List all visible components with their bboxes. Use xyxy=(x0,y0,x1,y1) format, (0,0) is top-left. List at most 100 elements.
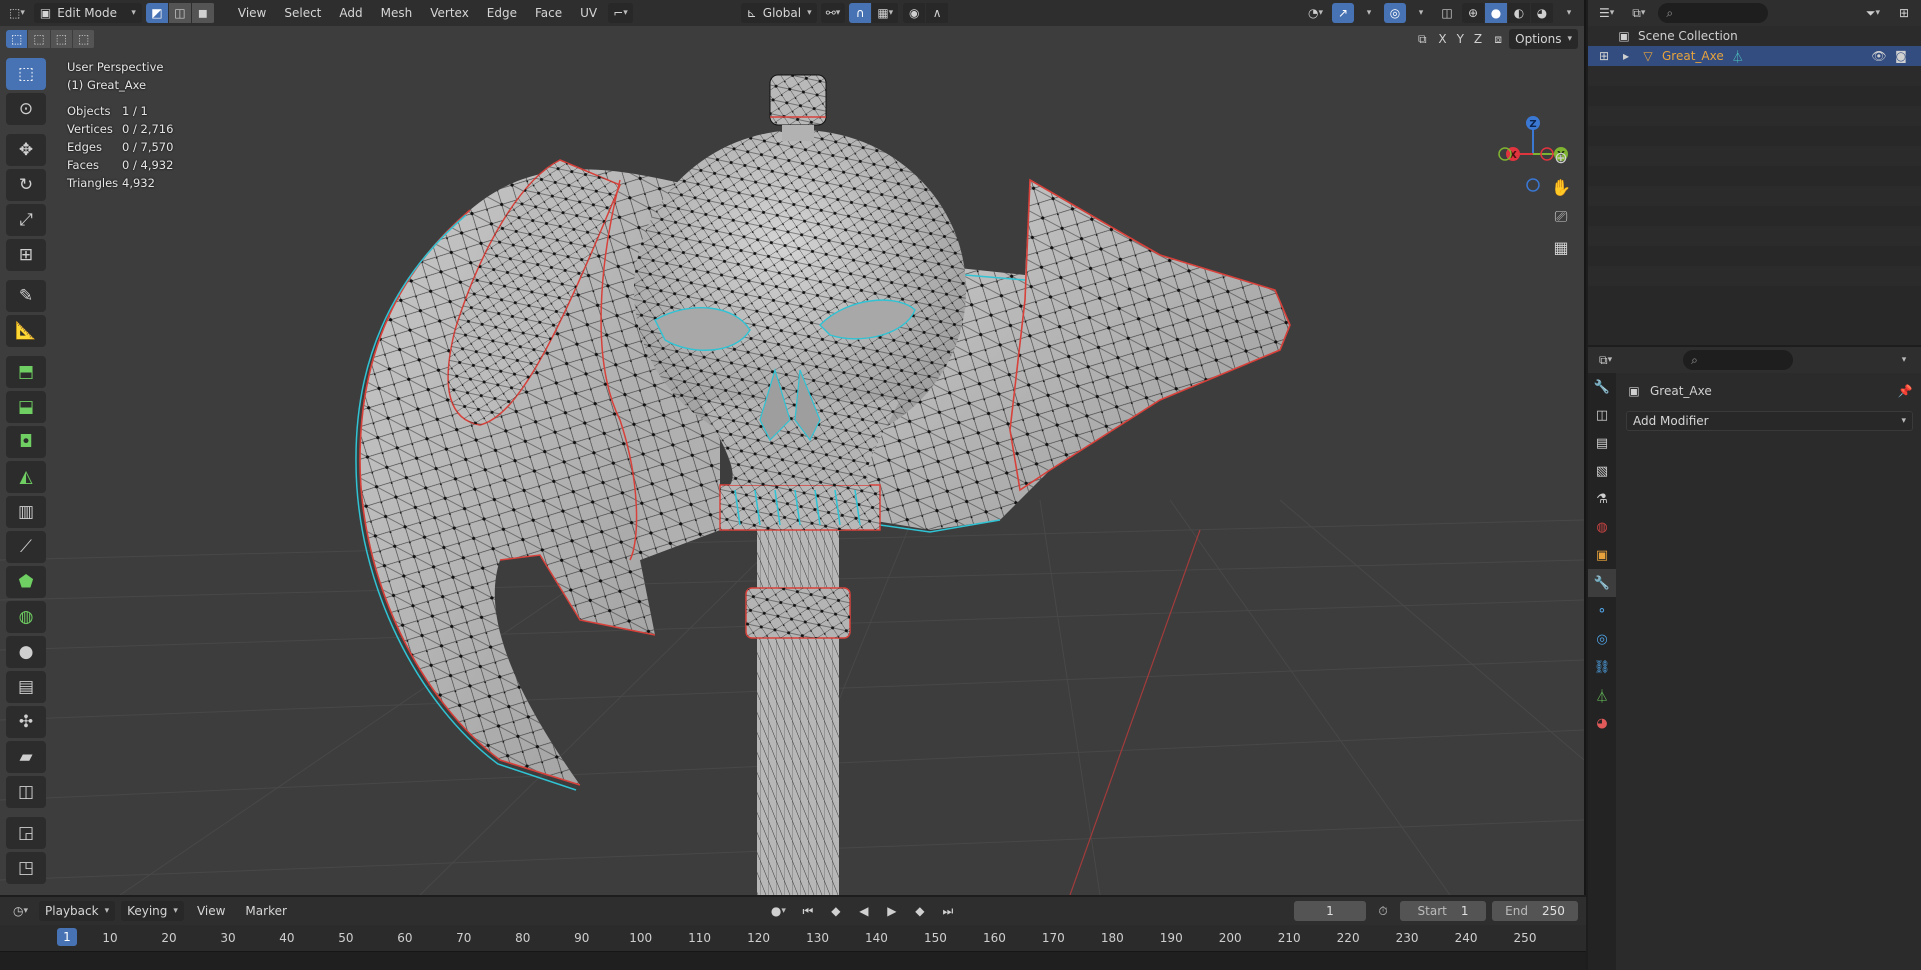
wireframe-shading-icon[interactable]: ⊕ xyxy=(1462,3,1484,23)
frame-ruler[interactable]: 1 10 20 30 40 50 60 70 80 90 100 110 120 130 140 150 16… xyxy=(0,925,1586,951)
play-icon[interactable]: ▶ xyxy=(881,901,903,921)
editor-type-icon[interactable]: ⬚ ▾ xyxy=(4,3,30,23)
mode-dropdown[interactable]: ▣ Edit Mode ▾ xyxy=(33,3,142,23)
scale-tool-icon[interactable]: ⤢ xyxy=(6,204,46,236)
snap-magnet-icon[interactable]: ∩ xyxy=(849,3,872,23)
render-tab-icon[interactable]: ◫ xyxy=(1588,401,1616,429)
pivot-icon[interactable]: ⚯ ▾ xyxy=(820,3,846,23)
chevron-down-icon[interactable]: ▾ xyxy=(1893,350,1915,370)
keying-menu[interactable]: Keying ▾ xyxy=(121,901,184,921)
material-tab-icon[interactable]: ◕ xyxy=(1588,709,1616,737)
current-frame-field[interactable]: 1 xyxy=(1294,901,1366,921)
menu-mesh[interactable]: Mesh xyxy=(374,3,420,23)
extrude-tool-icon[interactable]: ⬓ xyxy=(6,391,46,423)
properties-search-input[interactable]: ⌕ xyxy=(1683,350,1794,370)
axis-x-toggle[interactable]: X xyxy=(1433,29,1451,49)
overlay-menu-icon[interactable]: ▾ xyxy=(1410,3,1432,23)
poly-build-tool-icon[interactable]: ⬟ xyxy=(6,566,46,598)
annotate-tool-icon[interactable]: ✎ xyxy=(6,280,46,312)
select-intersect-icon[interactable]: ⬚ xyxy=(73,30,95,48)
move-tool-icon[interactable]: ✥ xyxy=(6,134,46,166)
viewport-canvas[interactable]: Z Y X ⊕ ✋ ⎚ ▦ xyxy=(0,52,1584,895)
shear-tool-icon[interactable]: ▰ xyxy=(6,741,46,773)
edit-mode-row-icon[interactable]: ⊞ xyxy=(1596,48,1612,64)
material-shading-icon[interactable]: ◐ xyxy=(1508,3,1530,23)
shading-menu-icon[interactable]: ▾ xyxy=(1558,3,1580,23)
jump-end-icon[interactable]: ⏭ xyxy=(937,901,959,921)
snap-target-icon[interactable]: ▦ ▾ xyxy=(872,3,899,23)
cursor-tool-icon[interactable]: ⊙ xyxy=(6,93,46,125)
face-select-icon[interactable]: ◼ xyxy=(191,3,214,23)
edge-slide-tool-icon[interactable]: ▤ xyxy=(6,671,46,703)
constraints-tab-icon[interactable]: ⛓ xyxy=(1588,653,1616,681)
vertex-select-icon[interactable]: ◩ xyxy=(145,3,168,23)
record-icon[interactable]: ● ▾ xyxy=(766,901,791,921)
eye-icon[interactable]: 👁 xyxy=(1871,48,1887,64)
playhead[interactable]: 1 xyxy=(57,928,77,946)
timeline-track[interactable] xyxy=(0,951,1586,970)
menu-add[interactable]: Add xyxy=(332,3,369,23)
snap-menu-icon[interactable]: ⌐ ▾ xyxy=(608,3,633,23)
outliner-search-input[interactable]: ⌕ xyxy=(1658,3,1769,23)
stopwatch-icon[interactable]: ⏱ xyxy=(1372,901,1394,921)
visibility-icon[interactable]: ◔ ▾ xyxy=(1303,3,1328,23)
scene-collection-row[interactable]: ▣ Scene Collection xyxy=(1588,26,1921,46)
solid-shading-icon[interactable]: ● xyxy=(1485,3,1507,23)
select-subtract-icon[interactable]: ⬚ xyxy=(50,30,73,48)
gizmo-neg-z-handle[interactable] xyxy=(1526,178,1540,192)
overlay-toggle-icon[interactable]: ◎ xyxy=(1384,3,1406,23)
timeline-view-menu[interactable]: View xyxy=(190,901,232,921)
rendered-shading-icon[interactable]: ◕ xyxy=(1531,3,1553,23)
new-collection-icon[interactable]: ⊞ xyxy=(1893,3,1915,23)
expand-arrow-icon[interactable]: ▸ xyxy=(1618,48,1634,64)
play-reverse-icon[interactable]: ◀ xyxy=(853,901,875,921)
shrink-fatten-tool-icon[interactable]: ✣ xyxy=(6,706,46,738)
object-tab-icon[interactable]: ▣ xyxy=(1588,541,1616,569)
properties-editor-icon[interactable]: ⧉ ▾ xyxy=(1594,350,1617,370)
timeline-marker-menu[interactable]: Marker xyxy=(238,901,293,921)
orientation-dropdown[interactable]: ⊾ Global ▾ xyxy=(740,3,817,23)
gizmo-menu-icon[interactable]: ▾ xyxy=(1358,3,1380,23)
proportional-edit-icon[interactable]: ◉ xyxy=(903,3,926,23)
loop-cut-tool-icon[interactable]: ▥ xyxy=(6,496,46,528)
corner-resize-icon[interactable]: ◳ xyxy=(6,852,46,884)
measure-tool-icon[interactable]: 📐 xyxy=(6,315,46,347)
sidebar-toggle-icon[interactable]: ◲ xyxy=(6,817,46,849)
filter-icon[interactable]: ⏷ ▾ xyxy=(1861,3,1885,23)
axis-y-toggle[interactable]: Y xyxy=(1452,29,1469,49)
particles-tab-icon[interactable]: ⚬ xyxy=(1588,597,1616,625)
add-cube-tool-icon[interactable]: ⬒ xyxy=(6,356,46,388)
modifier-tab-icon[interactable]: 🔧 xyxy=(1588,569,1616,597)
falloff-icon[interactable]: ∧ xyxy=(926,3,949,23)
prev-key-icon[interactable]: ◆ xyxy=(825,901,847,921)
pan-hand-icon[interactable]: ✋ xyxy=(1548,174,1574,200)
3d-viewport[interactable]: ⬚ ▾ ▣ Edit Mode ▾ ◩ ◫ ◼ View Select Add M… xyxy=(0,0,1586,895)
camera-render-icon[interactable]: ◙ xyxy=(1893,48,1909,64)
output-tab-icon[interactable]: ▤ xyxy=(1588,429,1616,457)
select-box-tool-icon[interactable]: ⬚ xyxy=(6,58,46,90)
scene-tab-icon[interactable]: ⚗ xyxy=(1588,485,1616,513)
playback-menu[interactable]: Playback ▾ xyxy=(39,901,116,921)
world-tab-icon[interactable]: ◍ xyxy=(1588,513,1616,541)
transform-tool-icon[interactable]: ⊞ xyxy=(6,239,46,271)
rip-tool-icon[interactable]: ◫ xyxy=(6,776,46,808)
menu-uv[interactable]: UV xyxy=(573,3,604,23)
jump-start-icon[interactable]: ⏮ xyxy=(797,901,819,921)
menu-select[interactable]: Select xyxy=(277,3,328,23)
end-frame-field[interactable]: End 250 xyxy=(1492,901,1578,921)
mirror-icon[interactable]: ⧉ xyxy=(1411,29,1433,49)
select-new-icon[interactable]: ⬚ xyxy=(6,30,28,48)
menu-view[interactable]: View xyxy=(231,3,273,23)
axis-z-toggle[interactable]: Z xyxy=(1469,29,1487,49)
menu-face[interactable]: Face xyxy=(528,3,569,23)
spin-tool-icon[interactable]: ◍ xyxy=(6,601,46,633)
perspective-grid-icon[interactable]: ▦ xyxy=(1548,234,1574,260)
zoom-icon[interactable]: ⊕ xyxy=(1548,144,1574,170)
pin-icon[interactable]: 📌 xyxy=(1897,383,1913,399)
great-axe-row[interactable]: ⊞ ▸ ▽ Great_Axe ⏃ 👁 ◙ xyxy=(1588,46,1921,66)
xray-icon[interactable]: ◫ xyxy=(1436,3,1458,23)
gizmo-toggle-icon[interactable]: ↗ xyxy=(1332,3,1354,23)
select-extend-icon[interactable]: ⬚ xyxy=(28,30,50,48)
camera-icon[interactable]: ⎚ xyxy=(1548,204,1574,230)
view-layer-tab-icon[interactable]: ▧ xyxy=(1588,457,1616,485)
